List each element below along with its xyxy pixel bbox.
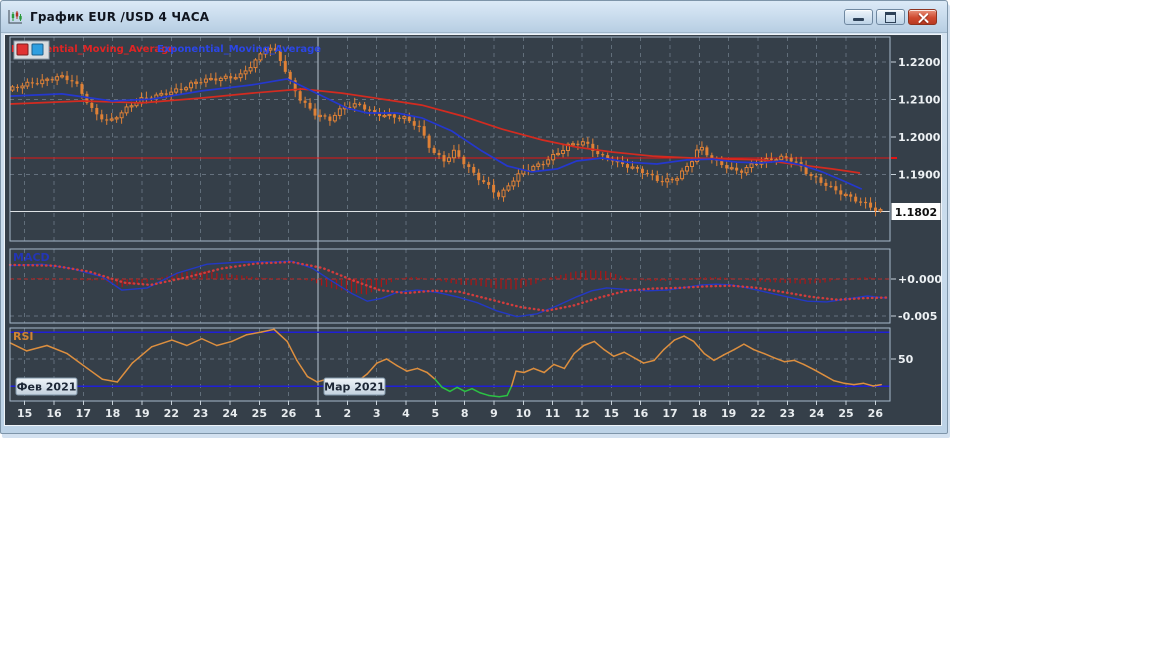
x-tick-label: 11	[545, 407, 560, 420]
chart-canvas[interactable]: Exponential_Moving_AverageExponential_Mo…	[5, 35, 942, 425]
restore-button[interactable]	[876, 9, 905, 25]
x-tick-label: 5	[432, 407, 440, 420]
minimize-button[interactable]	[844, 9, 873, 25]
price-tick-label: 1.2200	[898, 56, 941, 69]
price-tick-label: 1.2100	[898, 94, 941, 107]
x-tick-label: 2	[344, 407, 352, 420]
restore-icon	[885, 11, 896, 23]
x-tick-label: 23	[780, 407, 795, 420]
month-marker-mar: Мар 2021	[323, 377, 386, 396]
price-tick-label: 1.1900	[898, 169, 941, 182]
price-tick-label: 1.2000	[898, 131, 941, 144]
chart-area: Exponential_Moving_Average Exponential_Mo…	[4, 34, 942, 426]
rsi-tick-label: 50	[898, 353, 914, 366]
window-title: График EUR /USD 4 ЧАСА	[30, 9, 210, 24]
window-controls	[844, 9, 937, 25]
svg-text:Мар 2021: Мар 2021	[324, 381, 385, 394]
x-tick-label: 18	[105, 407, 120, 420]
macd-signal-line	[8, 260, 889, 313]
close-button[interactable]	[908, 9, 937, 25]
x-tick-label: 10	[516, 407, 532, 420]
x-tick-label: 25	[252, 407, 267, 420]
svg-text:Фев 2021: Фев 2021	[17, 381, 77, 394]
ema-fast-toggle-button[interactable]	[16, 43, 29, 56]
x-tick-label: 24	[222, 407, 238, 420]
x-tick-label: 16	[633, 407, 649, 420]
x-tick-label: 8	[461, 407, 469, 420]
macd-tick-label: +0.000	[898, 273, 941, 286]
x-tick-label: 19	[721, 407, 736, 420]
x-tick-label: 17	[662, 407, 677, 420]
minimize-icon	[853, 18, 864, 21]
x-tick-label: 9	[490, 407, 498, 420]
x-tick-label: 26	[281, 407, 297, 420]
x-tick-label: 24	[809, 407, 825, 420]
x-tick-label: 3	[373, 407, 381, 420]
candlestick-app-icon	[8, 9, 22, 24]
current-price-label: 1.1802	[895, 206, 937, 219]
x-tick-label: 22	[750, 407, 765, 420]
x-tick-label: 22	[164, 407, 179, 420]
x-tick-label: 26	[868, 407, 884, 420]
x-tick-label: 18	[692, 407, 707, 420]
month-marker-feb: Фев 2021	[15, 377, 78, 396]
chart-window: График EUR /USD 4 ЧАСА Exponential_Movin…	[0, 0, 948, 434]
legend-ema-slow: Exponential_Moving_Average	[157, 44, 321, 55]
ema-fast-line	[9, 78, 863, 190]
x-tick-label: 25	[838, 407, 853, 420]
price-axis[interactable]: 1.2200 1.2100 1.2000 1.1900 1.1802 +0.000 -0.0…	[891, 56, 942, 366]
window-titlebar[interactable]: График EUR /USD 4 ЧАСА	[1, 1, 947, 33]
x-tick-label: 17	[76, 407, 91, 420]
x-tick-label: 1	[314, 407, 322, 420]
x-tick-label: 19	[134, 407, 149, 420]
macd-tick-label: -0.005	[898, 310, 937, 323]
x-tick-label: 12	[574, 407, 589, 420]
ema-slow-toggle-button[interactable]	[31, 43, 44, 56]
indicator-buttons	[13, 40, 50, 60]
rsi-label: RSI	[13, 330, 34, 343]
x-tick-label: 23	[193, 407, 208, 420]
macd-label: MACD	[13, 251, 50, 264]
x-axis[interactable]: 15 16 17 18 19 22 23 24 25 26 1 2 3 4 5 8 9 10 11 12 15 16 17 1…	[17, 401, 883, 420]
x-tick-label: 4	[402, 407, 410, 420]
x-tick-label: 15	[604, 407, 619, 420]
x-tick-label: 16	[46, 407, 62, 420]
x-tick-label: 15	[17, 407, 32, 420]
macd-histogram	[11, 269, 886, 295]
